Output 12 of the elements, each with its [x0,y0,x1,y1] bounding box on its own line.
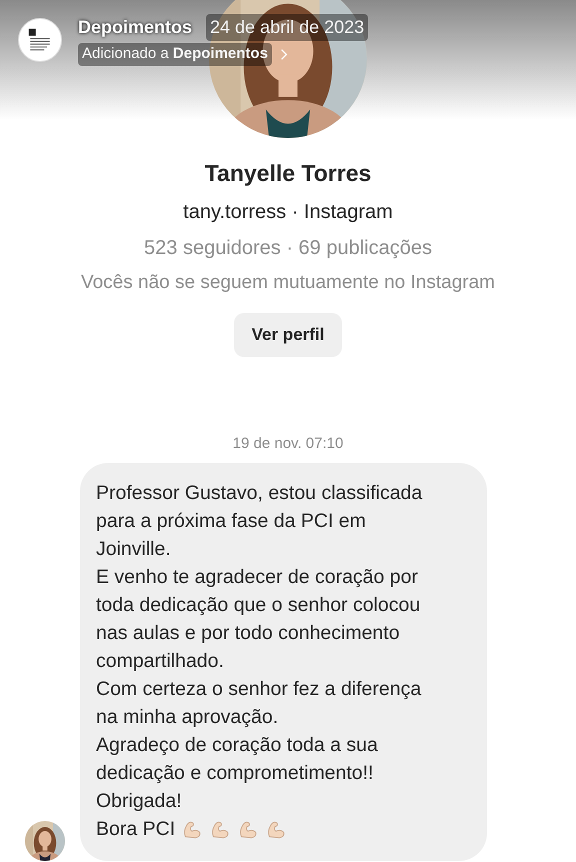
message-timestamp: 19 de nov. 07:10 [232,434,344,454]
story-date: 24 de abril de 2023 [206,14,368,41]
view-profile-button[interactable]: Ver perfil [234,313,342,357]
profile-handle: tany.torress · Instagram [183,200,393,224]
message-text: Bora PCI [96,817,176,842]
mutual-follow-note: Vocês não se seguem mutuamente no Instagram [80,270,496,294]
highlight-link[interactable]: Adicionado a Depoimentos [78,43,272,66]
profile-stats: 523 seguidores · 69 publicações [144,236,432,260]
story-title: Depoimentos [78,16,192,39]
chevron-right-icon [280,48,288,61]
profile-name: Tanyelle Torres [204,159,372,188]
message-text: Professor Gustavo, estou classificada para a próxima fase da PCI em Joinville. E venho te agradecer de coração por toda dedicação que o senhor colocou nas aulas e por todo conhecimento compartilhado. Com certeza o senhor fez a diferença na minha aprovação. Agradeço de coração toda a sua dedicação e comprometimento!! Obrigada! [96,481,424,814]
